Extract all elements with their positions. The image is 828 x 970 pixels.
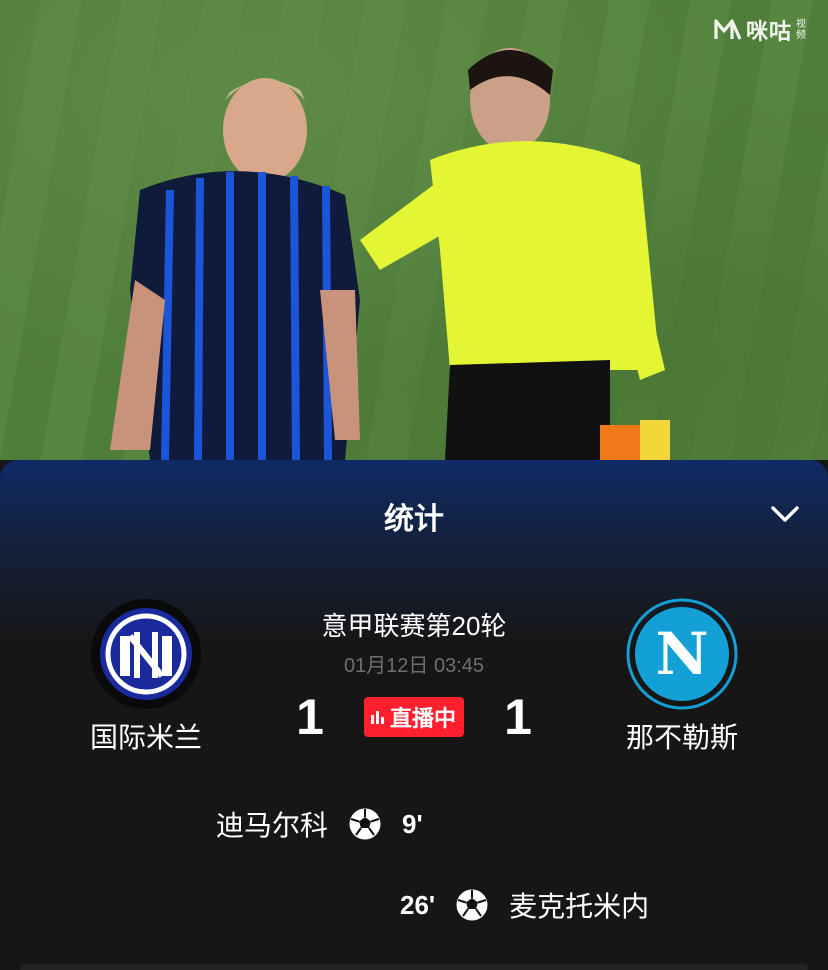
panel-title: 统计: [384, 503, 444, 536]
live-badge: 直播中: [363, 697, 464, 737]
video-frame: [110, 48, 670, 460]
home-team[interactable]: 国际米兰: [56, 598, 236, 756]
inter-logo-icon: [91, 599, 201, 709]
home-score: 1: [296, 689, 324, 745]
migu-watermark: 咪咕 视频: [714, 14, 808, 46]
watermark-brand: 咪咕: [745, 19, 792, 44]
migu-logo-icon: [714, 19, 742, 40]
goal-event-away: 26' 麦克托米内: [400, 885, 649, 925]
video-player[interactable]: 咪咕 视频: [0, 0, 828, 460]
watermark-sub: 视频: [796, 19, 806, 41]
away-score: 1: [504, 689, 532, 745]
napoli-logo-icon: N: [626, 598, 738, 710]
soccer-ball-icon: [456, 889, 488, 921]
home-team-name: 国际米兰: [89, 722, 202, 753]
scorer-name: 迪马尔科: [216, 810, 329, 841]
goal-event-home: 迪马尔科 9': [216, 804, 423, 844]
away-team[interactable]: N 那不勒斯: [592, 598, 772, 756]
league-round: 意甲联赛第20轮: [321, 611, 507, 641]
goal-minute: 26': [400, 889, 436, 920]
next-section-edge: [20, 964, 808, 970]
match-datetime: 01月12日 03:45: [343, 655, 485, 677]
svg-text:N: N: [655, 620, 708, 688]
scorer-name: 麦克托米内: [509, 891, 650, 922]
live-bars-icon: [370, 711, 384, 724]
soccer-ball-icon: [349, 808, 381, 840]
match-meta: 意甲联赛第20轮 01月12日 03:45: [214, 606, 614, 678]
goal-minute: 9': [402, 808, 423, 839]
stats-panel: 统计 国际米兰 意甲联赛第20轮 01月12日 03:45 1 直播中 1 N …: [0, 460, 828, 970]
score-row: 1 直播中 1: [214, 688, 614, 746]
chevron-down-icon[interactable]: [768, 496, 802, 530]
live-status: 直播中: [389, 706, 456, 731]
away-team-name: 那不勒斯: [625, 722, 738, 753]
